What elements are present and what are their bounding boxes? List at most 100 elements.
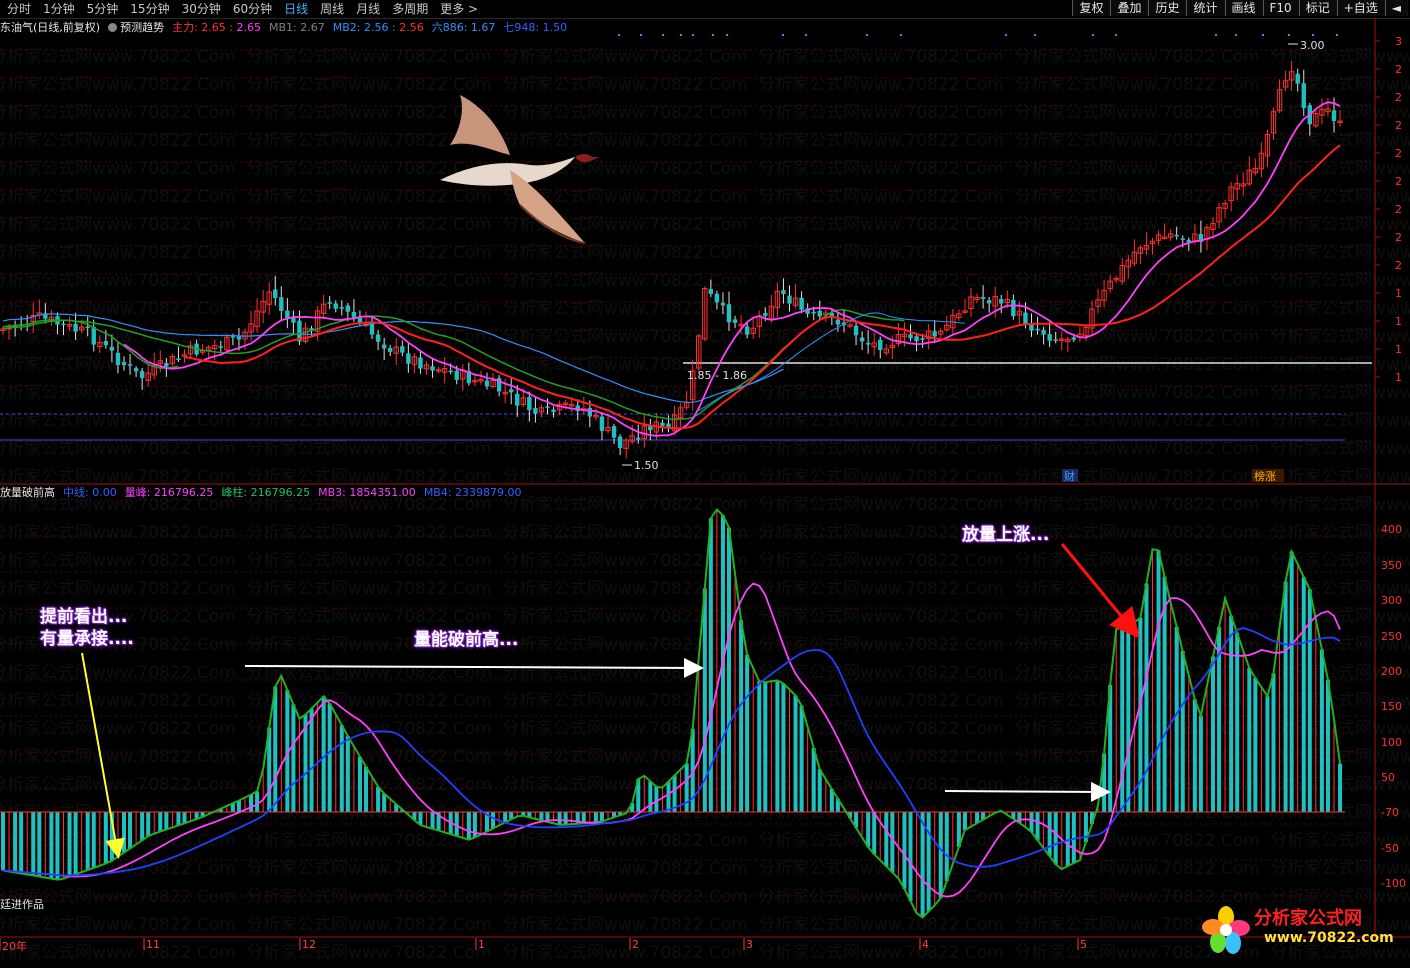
volume-bar-cyan xyxy=(164,812,169,830)
candle-body-down xyxy=(279,297,284,311)
sub-axis-label: 100 xyxy=(1381,736,1402,749)
mid-price-label: 1.85 - 1.86 xyxy=(687,369,747,382)
candle-body-down xyxy=(720,302,726,306)
price-axis-label: 2 xyxy=(1395,63,1402,76)
candle-body-down xyxy=(448,370,453,373)
candle-body-down xyxy=(1029,325,1034,331)
candle-body-down xyxy=(369,322,375,335)
sub-axis-label: 350 xyxy=(1381,559,1402,572)
volume-bar-cyan xyxy=(1289,551,1294,812)
signal-dot xyxy=(726,34,728,36)
sub-axis-label: -70 xyxy=(1381,806,1399,819)
candle-body-down xyxy=(980,296,986,300)
volume-bar-cyan xyxy=(1271,673,1276,812)
candle-body-down xyxy=(835,319,841,325)
volume-bar-cyan xyxy=(1065,812,1070,867)
date-label: 4 xyxy=(922,938,929,951)
signal-dot xyxy=(618,34,620,36)
candle-body-down xyxy=(545,406,550,408)
volume-bar-cyan xyxy=(140,812,145,841)
candle-body-down xyxy=(164,363,169,367)
volume-bar-cyan xyxy=(146,812,151,837)
candle-body-down xyxy=(418,357,423,369)
volume-bar-cyan xyxy=(884,812,889,867)
volume-bar-cyan xyxy=(727,527,731,812)
volume-bar-cyan xyxy=(103,812,108,864)
volume-bar-cyan xyxy=(273,686,278,812)
date-label: 20年 xyxy=(2,940,27,953)
volume-bar-cyan xyxy=(1229,615,1234,812)
indicator-name[interactable]: 放量破前高 xyxy=(0,485,55,501)
signal-dot xyxy=(1235,34,1237,36)
ma-sky-line-2 xyxy=(698,312,965,411)
candle-body-down xyxy=(1295,73,1300,84)
volume-bar-cyan xyxy=(557,812,562,825)
candle-body-down xyxy=(636,437,641,440)
liangfeng-value: 量峰: 216796.25 xyxy=(124,486,214,499)
volume-bar-cyan xyxy=(1338,763,1343,812)
candle-body-down xyxy=(133,368,139,372)
signal-dot xyxy=(1312,34,1314,36)
volume-bar-cyan xyxy=(1174,626,1179,812)
volume-bar-cyan xyxy=(67,812,72,877)
volume-bar-cyan xyxy=(176,812,181,826)
volume-bar-cyan xyxy=(908,812,913,901)
bird-head xyxy=(575,154,600,163)
candle-body-down xyxy=(218,346,223,348)
note-volume-rise: 放量上涨... xyxy=(962,525,1050,545)
candle-body-down xyxy=(708,288,714,294)
flower-logo-icon xyxy=(1202,906,1250,954)
sub-axis-label: 50 xyxy=(1381,771,1395,784)
candle-body-down xyxy=(430,366,435,371)
volume-bar-cyan xyxy=(1071,812,1076,864)
volume-bar-cyan xyxy=(1325,679,1330,812)
candle-body-down xyxy=(333,303,338,309)
sub-axis-label: 400 xyxy=(1381,523,1402,536)
volume-bar-cyan xyxy=(466,812,471,840)
candle-body-down xyxy=(230,336,236,338)
candle-body-down xyxy=(375,334,381,342)
price-axis-label: 2 xyxy=(1395,175,1402,188)
volume-bar-cyan xyxy=(376,786,381,812)
date-label: 1 xyxy=(478,938,485,951)
signal-dot xyxy=(805,34,807,36)
signal-dot xyxy=(1005,34,1007,36)
volume-bar-cyan xyxy=(364,766,368,812)
volume-bar-cyan xyxy=(817,769,822,812)
candle-body-down xyxy=(986,300,992,304)
volume-bar-cyan xyxy=(938,812,943,898)
candle-body-down xyxy=(484,380,490,387)
candlestick-chart[interactable]: 322222222111140035030025020015010050-70-… xyxy=(0,0,1410,968)
sub-axis-label: -100 xyxy=(1381,877,1406,890)
date-label: 12 xyxy=(302,938,316,951)
candle-body-down xyxy=(660,422,665,426)
volume-bar-cyan xyxy=(357,756,362,812)
candle-body-down xyxy=(1180,238,1185,240)
price-axis-label: 1 xyxy=(1395,287,1402,300)
price-axis-label: 2 xyxy=(1395,203,1402,216)
volume-bar-cyan xyxy=(1156,550,1161,812)
volume-bar-cyan xyxy=(944,812,949,881)
candle-body-down xyxy=(61,323,66,326)
signal-dot xyxy=(900,34,902,36)
date-label: 5 xyxy=(1080,938,1087,951)
candle-body-down xyxy=(176,358,181,360)
candle-body-down xyxy=(1331,110,1337,121)
bird-body xyxy=(440,157,575,186)
candle-body-down xyxy=(914,336,919,342)
volume-bar-cyan xyxy=(73,812,78,875)
signal-dot xyxy=(1336,34,1338,36)
candle-body-down xyxy=(551,409,556,413)
logo-url[interactable]: www.70822.com xyxy=(1264,930,1394,946)
candle-body-down xyxy=(109,346,115,351)
logo-name: 分析家公式网 xyxy=(1254,908,1362,929)
candle-body-down xyxy=(726,304,732,323)
candle-body-down xyxy=(73,323,78,332)
candle-body-down xyxy=(139,371,145,379)
sub-axis-label: 250 xyxy=(1381,630,1402,643)
price-axis-label: 1 xyxy=(1395,315,1402,328)
price-axis-label: 2 xyxy=(1395,147,1402,160)
volume-bar-cyan xyxy=(128,812,133,849)
volume-bar-cyan xyxy=(345,736,350,812)
candle-body-down xyxy=(865,342,871,345)
